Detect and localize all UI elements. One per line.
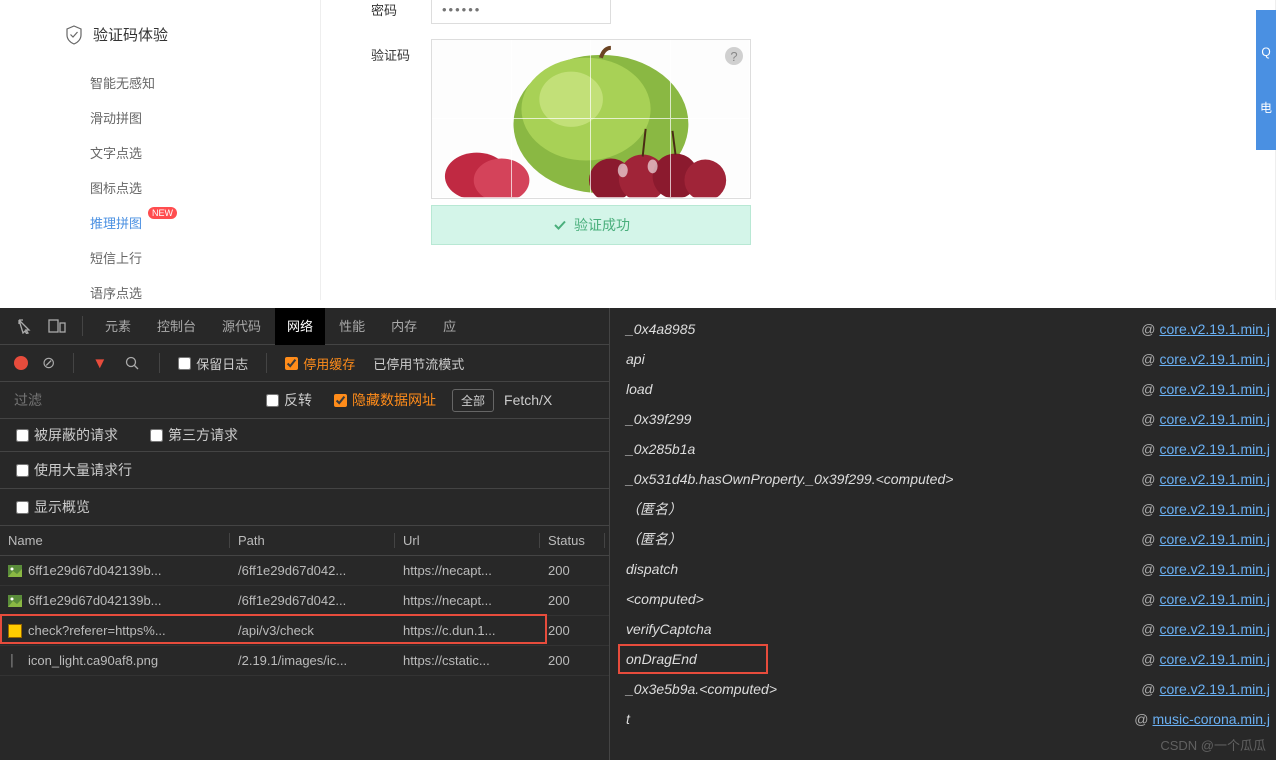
stack-frame[interactable]: verifyCaptcha@core.v2.19.1.min.j: [610, 614, 1276, 644]
js-file-icon: [8, 624, 22, 638]
check-icon: [552, 217, 568, 233]
sidebar-item-0[interactable]: 智能无感知: [0, 65, 320, 100]
tab-elements[interactable]: 元素: [93, 308, 143, 345]
network-toolbar: ⊘ ▼ 保留日志 停用缓存 已停用节流模式: [0, 345, 609, 382]
blocked-checkbox[interactable]: 被屏蔽的请求: [16, 425, 118, 445]
captcha-sidebar: 验证码体验 智能无感知 滑动拼图 文字点选 图标点选 推理拼图NEW 短信上行 …: [0, 0, 320, 300]
shield-icon: [65, 25, 83, 45]
filter-icon[interactable]: ▼: [92, 355, 107, 372]
clear-button[interactable]: ⊘: [42, 353, 55, 373]
svg-text:?: ?: [730, 49, 737, 64]
tab-network[interactable]: 网络: [275, 308, 325, 345]
stack-frame[interactable]: t@music-corona.min.j: [610, 704, 1276, 734]
stack-frame[interactable]: onDragEnd@core.v2.19.1.min.j: [610, 644, 1276, 674]
new-badge: NEW: [148, 207, 177, 219]
filter-fetch[interactable]: Fetch/X: [504, 392, 552, 408]
sidebar-item-5[interactable]: 短信上行: [0, 240, 320, 275]
stack-frame[interactable]: <computed>@core.v2.19.1.min.j: [610, 584, 1276, 614]
table-row[interactable]: check?referer=https%... /api/v3/check ht…: [0, 616, 609, 646]
tab-console[interactable]: 控制台: [145, 308, 208, 345]
filter-all-button[interactable]: 全部: [452, 389, 494, 412]
watermark: CSDN @一个瓜瓜: [1160, 735, 1266, 754]
devtools: 元素 控制台 源代码 网络 性能 内存 应 ⊘ ▼ 保留日志 停用缓存 已停用节…: [0, 308, 1276, 760]
stack-frame[interactable]: （匿名）@core.v2.19.1.min.j: [610, 494, 1276, 524]
sidebar-item-3[interactable]: 图标点选: [0, 170, 320, 205]
network-table: Name Path Url Status 6ff1e29d67d042139b.…: [0, 526, 609, 760]
thirdparty-checkbox[interactable]: 第三方请求: [150, 425, 238, 445]
header-path[interactable]: Path: [230, 533, 395, 548]
header-status[interactable]: Status: [540, 533, 605, 548]
stack-frame[interactable]: load@core.v2.19.1.min.j: [610, 374, 1276, 404]
stack-frame[interactable]: _0x531d4b.hasOwnProperty._0x39f299.<comp…: [610, 464, 1276, 494]
image-file-icon: [8, 595, 22, 607]
preserve-log[interactable]: 保留日志: [178, 354, 248, 373]
record-button[interactable]: [14, 356, 28, 370]
overview-checkbox[interactable]: 显示概览: [16, 497, 593, 517]
stack-frame[interactable]: _0x4a8985@core.v2.19.1.min.j: [610, 314, 1276, 344]
stack-frame[interactable]: api@core.v2.19.1.min.j: [610, 344, 1276, 374]
captcha-label: 验证码: [371, 39, 431, 64]
stack-frame[interactable]: _0x39f299@core.v2.19.1.min.j: [610, 404, 1276, 434]
stack-frame[interactable]: （匿名）@core.v2.19.1.min.j: [610, 524, 1276, 554]
filter-input[interactable]: [10, 388, 250, 412]
form-area: 密码 验证码: [320, 0, 1276, 300]
header-name[interactable]: Name: [0, 533, 230, 548]
search-icon[interactable]: [123, 354, 141, 372]
password-label: 密码: [371, 0, 431, 19]
tab-performance[interactable]: 性能: [327, 308, 377, 345]
sidebar-item-2[interactable]: 文字点选: [0, 135, 320, 170]
table-row[interactable]: 6ff1e29d67d042139b... /6ff1e29d67d042...…: [0, 586, 609, 616]
sidebar-title: 验证码体验: [0, 20, 320, 65]
tab-memory[interactable]: 内存: [379, 308, 429, 345]
table-row[interactable]: |icon_light.ca90af8.png /2.19.1/images/i…: [0, 646, 609, 676]
tab-app[interactable]: 应: [431, 308, 468, 345]
device-icon[interactable]: [48, 317, 66, 335]
hide-data-checkbox[interactable]: 隐藏数据网址: [334, 390, 436, 410]
disable-cache[interactable]: 停用缓存: [285, 354, 355, 373]
large-rows-checkbox[interactable]: 使用大量请求行: [16, 460, 593, 480]
help-icon[interactable]: ?: [724, 46, 744, 66]
invert-checkbox[interactable]: 反转: [266, 390, 312, 410]
sidebar-item-4[interactable]: 推理拼图NEW: [0, 205, 320, 240]
table-header: Name Path Url Status: [0, 526, 609, 556]
devtools-tabs: 元素 控制台 源代码 网络 性能 内存 应: [0, 308, 609, 345]
tab-sources[interactable]: 源代码: [210, 308, 273, 345]
captcha-container[interactable]: ? 验证成功: [431, 39, 751, 245]
right-tab[interactable]: Q 电: [1256, 10, 1276, 150]
sidebar-item-6[interactable]: 语序点选: [0, 275, 320, 310]
inspect-icon[interactable]: [16, 317, 34, 335]
image-file-icon: [8, 565, 22, 577]
stack-frame[interactable]: _0x3e5b9a.<computed>@core.v2.19.1.min.j: [610, 674, 1276, 704]
success-bar: 验证成功: [431, 205, 751, 245]
stack-frame[interactable]: dispatch@core.v2.19.1.min.j: [610, 554, 1276, 584]
callstack-panel: _0x4a8985@core.v2.19.1.min.j api@core.v2…: [610, 308, 1276, 760]
password-input[interactable]: [431, 0, 611, 24]
stack-frame[interactable]: _0x285b1a@core.v2.19.1.min.j: [610, 434, 1276, 464]
sidebar-item-1[interactable]: 滑动拼图: [0, 100, 320, 135]
table-row[interactable]: 6ff1e29d67d042139b... /6ff1e29d67d042...…: [0, 556, 609, 586]
header-url[interactable]: Url: [395, 533, 540, 548]
filter-row: 反转 隐藏数据网址 全部 Fetch/X: [0, 382, 609, 419]
throttle-label[interactable]: 已停用节流模式: [373, 354, 464, 373]
